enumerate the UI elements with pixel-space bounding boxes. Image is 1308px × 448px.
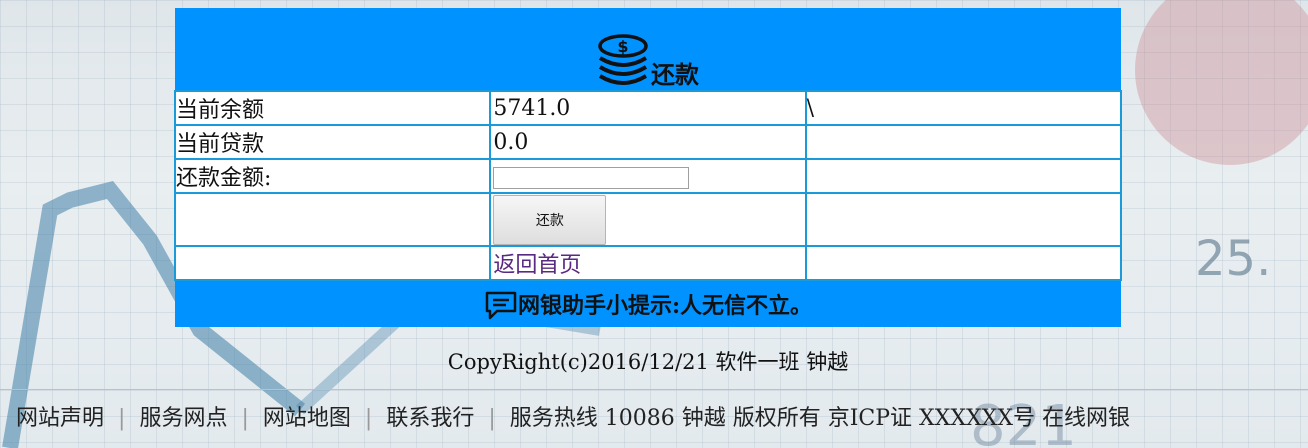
separator: |: [364, 406, 373, 431]
footer-link-statement[interactable]: 网站声明: [16, 406, 104, 431]
balance-value: 5741.0: [489, 90, 807, 126]
footer-info: 服务热线 10086 钟越 版权所有 京ICP证 XXXXXX号 在线网银: [509, 406, 1130, 431]
chat-bubble-icon: [485, 291, 517, 320]
repayment-amount-input[interactable]: [493, 166, 690, 189]
table-row: 当前余额 5741.0 \: [173, 90, 1123, 126]
table-row: 还款金额:: [173, 158, 1123, 194]
footer-nav: 网站声明 | 服务网点 | 网站地图 | 联系我行 | 服务热线 10086 钟越 版权所有 京…: [16, 400, 1130, 432]
balance-label: 当前余额: [173, 90, 492, 126]
empty-cell: [804, 192, 1123, 247]
balance-extra: \: [804, 90, 1123, 126]
empty-cell: [173, 192, 492, 247]
panel-header: $ 还款: [175, 8, 1121, 91]
separator: |: [118, 406, 126, 431]
svg-text:$: $: [617, 37, 628, 56]
repayment-panel: $ 还款 当前余额 5741.0 \ 当前贷款 0.0 还款金额: 还款 返回首…: [173, 8, 1123, 327]
footer-link-sitemap[interactable]: 网站地图: [263, 406, 351, 431]
loan-value: 0.0: [489, 124, 807, 160]
tip-bar: 网银助手小提示:人无信不立。: [175, 280, 1121, 327]
table-row: 返回首页: [173, 245, 1123, 281]
back-home-link[interactable]: 返回首页: [491, 253, 581, 278]
table-row: 当前贷款 0.0: [173, 124, 1123, 160]
button-cell: 还款: [489, 192, 807, 247]
svg-text:25.: 25.: [1195, 231, 1271, 287]
amount-label: 还款金额:: [173, 158, 492, 194]
empty-cell: [173, 245, 492, 281]
table-row: 还款: [173, 192, 1123, 247]
footer-link-branches[interactable]: 服务网点: [139, 406, 227, 431]
empty-cell: [804, 158, 1123, 194]
footer-divider: [0, 389, 1308, 390]
coins-icon: $: [598, 34, 648, 85]
empty-cell: [804, 245, 1123, 281]
repay-button[interactable]: 还款: [493, 195, 607, 245]
page-title: 还款: [651, 60, 699, 89]
separator: |: [488, 406, 496, 431]
empty-cell: [804, 124, 1123, 160]
loan-label: 当前贷款: [173, 124, 492, 160]
footer-link-contact[interactable]: 联系我行: [386, 406, 474, 431]
link-cell: 返回首页: [489, 245, 807, 281]
copyright-text: CopyRight(c)2016/12/21 软件一班 钟越: [447, 350, 849, 374]
amount-cell: [489, 158, 807, 194]
tip-text: 网银助手小提示:人无信不立。: [517, 293, 813, 319]
separator: |: [241, 406, 249, 431]
